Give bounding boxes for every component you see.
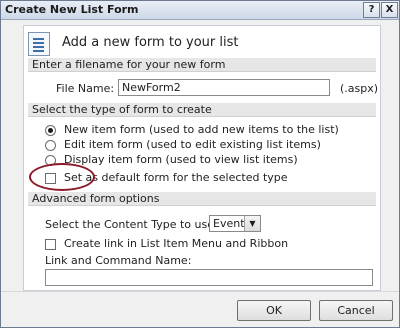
file-name-input[interactable]: NewForm2 [118,79,330,96]
link-command-name-input[interactable] [45,269,373,286]
file-name-label: File Name: [56,82,115,95]
create-link-checkbox[interactable] [45,239,56,250]
cancel-button[interactable]: Cancel [319,300,393,321]
create-link-label[interactable]: Create link in List Item Menu and Ribbon [64,237,288,250]
content-type-select[interactable]: Event ▼ [209,215,261,232]
footer-divider [1,291,399,292]
edit-item-form-radio[interactable] [45,140,56,151]
display-item-form-label[interactable]: Display item form (used to view list ite… [64,153,298,166]
dialog-title: Create New List Form [5,3,139,16]
create-new-list-form-dialog: Create New List Form ? X Add a new form … [0,0,400,328]
set-default-form-label[interactable]: Set as default form for the selected typ… [64,171,288,184]
form-type-section-heading: Select the type of form to create [28,103,376,117]
advanced-options-section-heading: Advanced form options [28,192,376,206]
ok-button[interactable]: OK [237,300,311,321]
help-button[interactable]: ? [363,2,380,18]
title-bar[interactable]: Create New List Form ? X [1,1,399,20]
chevron-down-icon[interactable]: ▼ [244,216,260,231]
new-item-form-radio[interactable] [45,125,56,136]
close-button[interactable]: X [381,2,398,18]
new-item-form-label[interactable]: New item form (used to add new items to … [64,123,339,136]
annotation-circle [29,163,95,191]
content-type-label: Select the Content Type to use: [45,218,218,231]
header-title: Add a new form to your list [62,35,239,50]
form-list-icon [28,32,50,56]
link-command-name-label: Link and Command Name: [45,254,192,267]
file-extension-label: (.aspx) [340,82,379,95]
content-type-value: Event [213,217,245,230]
edit-item-form-label[interactable]: Edit item form (used to edit existing li… [64,138,321,151]
filename-section-heading: Enter a filename for your new form [28,58,376,72]
dialog-content: Add a new form to your list Enter a file… [23,25,381,291]
